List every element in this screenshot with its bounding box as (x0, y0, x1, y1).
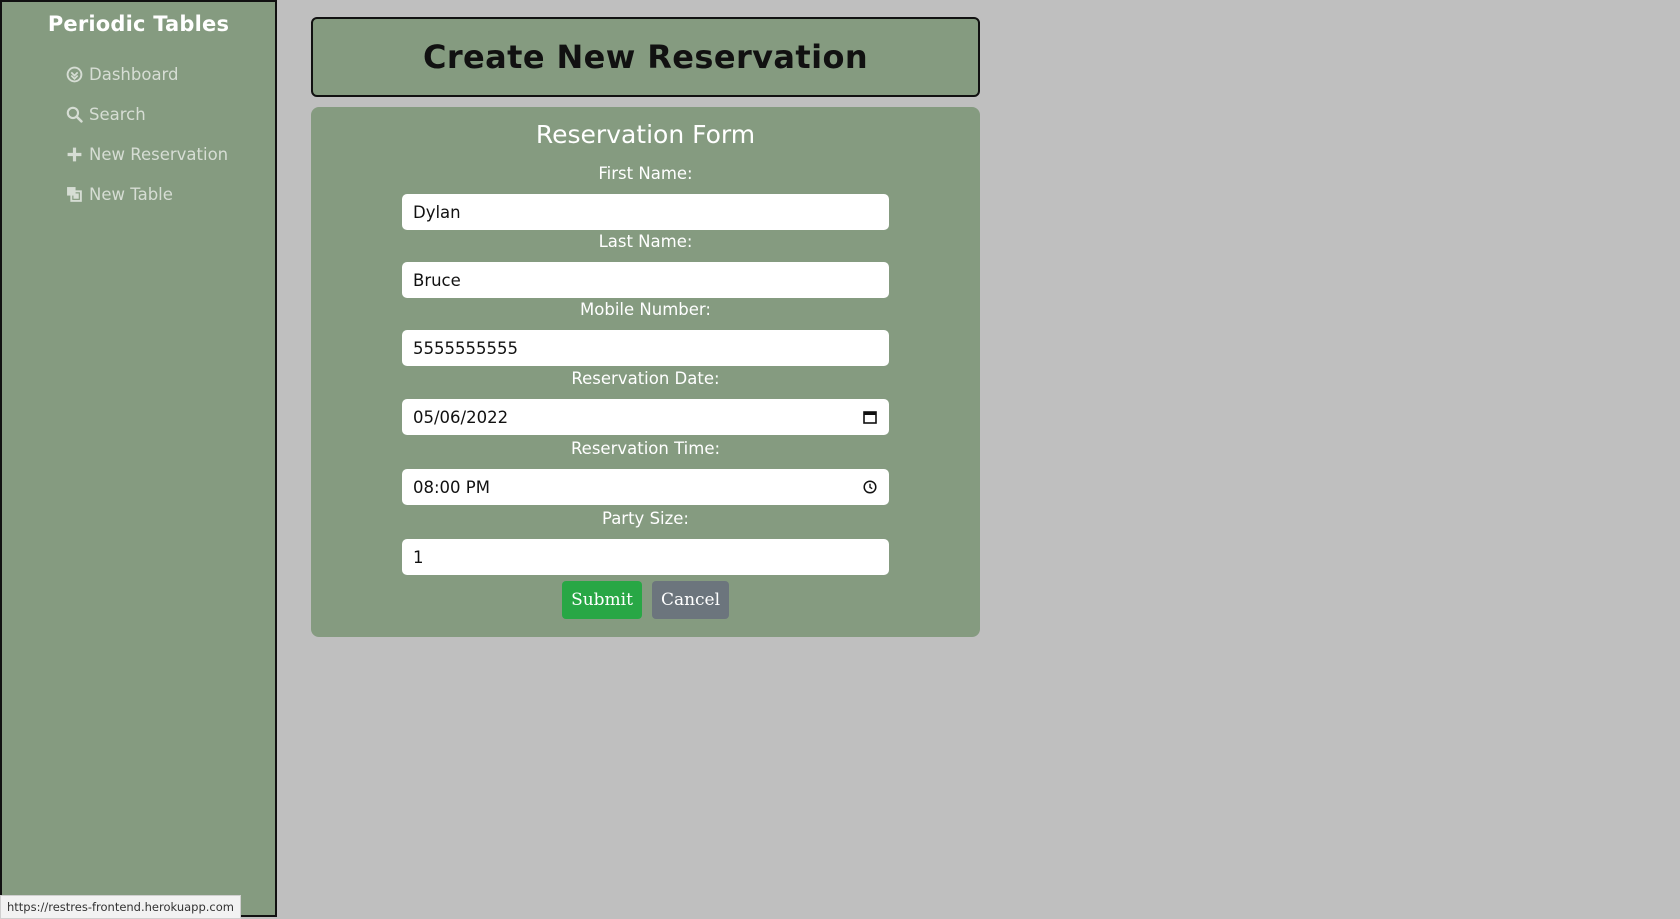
party-size-value: 1 (413, 547, 424, 567)
sidebar-item-dashboard[interactable]: Dashboard (66, 54, 275, 94)
reservation-date-value: 05/06/2022 (413, 407, 509, 427)
last-name-input[interactable]: Bruce (402, 262, 889, 298)
mobile-number-group: Mobile Number: 5555555555 (402, 299, 889, 366)
sidebar-item-label: New Table (89, 184, 173, 204)
party-size-input[interactable]: 1 (402, 539, 889, 575)
sidebar-item-new-reservation[interactable]: New Reservation (66, 134, 275, 174)
mobile-number-value: 5555555555 (413, 338, 518, 358)
sidebar: Periodic Tables Dashboard Search New Res… (0, 0, 277, 917)
reservation-time-label: Reservation Time: (570, 439, 721, 458)
first-name-label: First Name: (598, 164, 693, 183)
page-header: Create New Reservation (311, 17, 980, 97)
reservation-form: Reservation Form First Name: Dylan Last … (311, 107, 980, 637)
submit-button[interactable]: Submit (562, 581, 642, 619)
sidebar-item-label: Dashboard (89, 64, 179, 84)
sidebar-item-label: Search (89, 104, 146, 124)
last-name-group: Last Name: Bruce (402, 231, 889, 298)
calendar-icon[interactable] (862, 409, 878, 425)
sidebar-item-label: New Reservation (89, 144, 229, 164)
status-bar-url: https://restres-frontend.herokuapp.com (0, 895, 241, 919)
reservation-time-input[interactable]: 08:00 PM (402, 469, 889, 505)
party-size-group: Party Size: 1 (402, 508, 889, 575)
cancel-button[interactable]: Cancel (652, 581, 729, 619)
last-name-value: Bruce (413, 270, 461, 290)
layers-icon (66, 186, 83, 203)
form-title: Reservation Form (535, 120, 756, 149)
first-name-group: First Name: Dylan (402, 163, 889, 230)
reservation-date-input[interactable]: 05/06/2022 (402, 399, 889, 435)
first-name-value: Dylan (413, 202, 461, 222)
reservation-date-group: Reservation Date: 05/06/2022 (402, 368, 889, 435)
reservation-time-group: Reservation Time: 08:00 PM (402, 438, 889, 505)
search-icon (66, 106, 83, 123)
sidebar-item-search[interactable]: Search (66, 94, 275, 134)
plus-icon (66, 146, 83, 163)
last-name-label: Last Name: (598, 232, 693, 251)
party-size-label: Party Size: (601, 509, 689, 528)
brand-title[interactable]: Periodic Tables (2, 12, 275, 36)
page-title: Create New Reservation (422, 38, 869, 76)
sidebar-nav: Dashboard Search New Reservation New Tab… (2, 54, 275, 214)
mobile-number-label: Mobile Number: (580, 300, 711, 319)
sidebar-item-new-table[interactable]: New Table (66, 174, 275, 214)
mobile-number-input[interactable]: 5555555555 (402, 330, 889, 366)
clock-icon[interactable] (862, 479, 878, 495)
first-name-input[interactable]: Dylan (402, 194, 889, 230)
reservation-time-value: 08:00 PM (413, 477, 490, 497)
form-actions: Submit Cancel (311, 581, 980, 619)
reservation-date-label: Reservation Date: (571, 369, 720, 388)
dashboard-icon (66, 66, 83, 83)
